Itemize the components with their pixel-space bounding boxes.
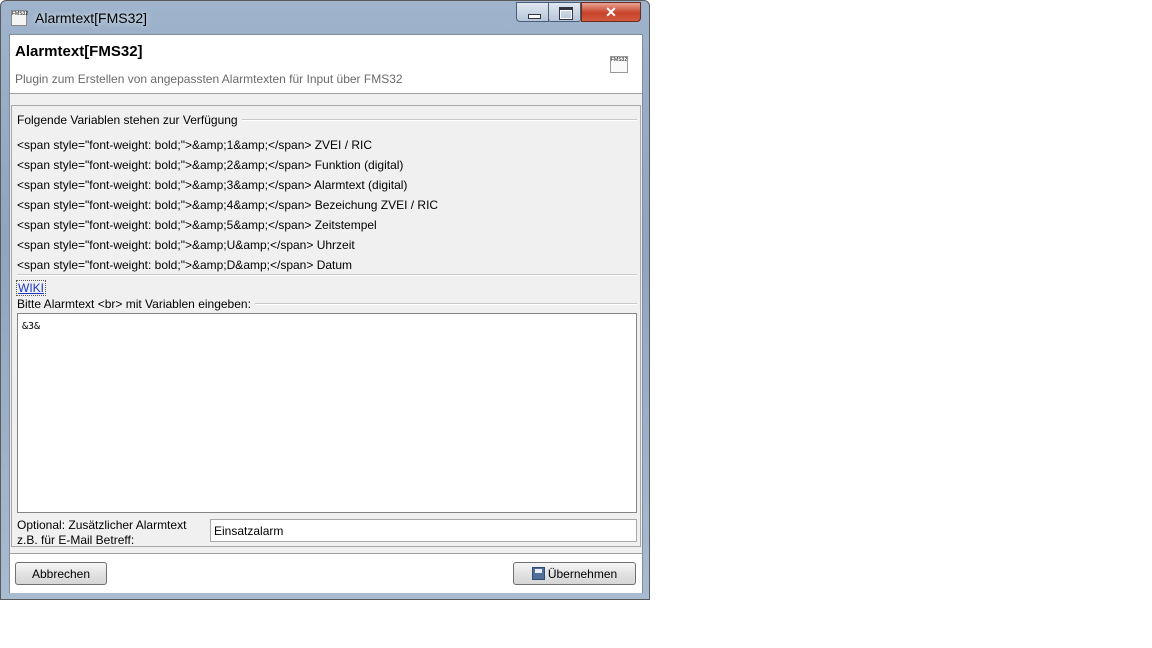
header-banner: Alarmtext[FMS32] Plugin zum Erstellen vo… bbox=[10, 35, 642, 94]
app-icon: FMS32 bbox=[11, 10, 28, 26]
dialog-window: FMS32 Alarmtext[FMS32] ✕ Alarmtext[FMS32… bbox=[0, 0, 650, 600]
cancel-button-label: Abbrechen bbox=[31, 566, 91, 581]
header-title: Alarmtext[FMS32] bbox=[15, 43, 143, 60]
variable-item-5: <span style="font-weight: bold;">&amp;5&… bbox=[17, 218, 377, 232]
variable-item-2: <span style="font-weight: bold;">&amp;2&… bbox=[17, 158, 404, 172]
maximize-icon bbox=[559, 7, 573, 20]
maximize-button[interactable] bbox=[548, 2, 581, 22]
close-icon: ✕ bbox=[605, 4, 617, 20]
optional-label-line1: Optional: Zusätzlicher Alarmtext bbox=[17, 518, 187, 532]
dialog-content: Alarmtext[FMS32] Plugin zum Erstellen vo… bbox=[9, 34, 643, 593]
variable-item-4: <span style="font-weight: bold;">&amp;4&… bbox=[17, 198, 439, 212]
window-title: Alarmtext[FMS32] bbox=[35, 10, 148, 26]
alarmtext-textarea[interactable]: &3& bbox=[17, 313, 637, 513]
optional-label: Optional: Zusätzlicher Alarmtext z.B. fü… bbox=[17, 518, 186, 548]
variable-item-d: <span style="font-weight: bold;">&amp;D&… bbox=[17, 258, 353, 272]
header-subtitle: Plugin zum Erstellen von angepassten Ala… bbox=[15, 72, 403, 86]
variable-item-3: <span style="font-weight: bold;">&amp;3&… bbox=[17, 178, 408, 192]
main-panel: Folgende Variablen stehen zur Verfügung … bbox=[11, 105, 641, 547]
wiki-link[interactable]: WIKI bbox=[16, 280, 46, 296]
optional-alarmtext-input[interactable]: Einsatzalarm bbox=[210, 519, 637, 542]
cancel-button[interactable]: Abbrechen bbox=[15, 562, 107, 585]
minimize-button[interactable] bbox=[516, 2, 549, 22]
apply-button-label: Übernehmen bbox=[547, 566, 618, 581]
divider bbox=[17, 274, 637, 276]
variable-item-u: <span style="font-weight: bold;">&amp;U&… bbox=[17, 238, 355, 252]
alarmtext-heading: Bitte Alarmtext <br> mit Variablen einge… bbox=[17, 297, 255, 311]
save-disk-icon bbox=[531, 566, 545, 580]
button-bar: Abbrechen Übernehmen bbox=[10, 553, 642, 593]
apply-button[interactable]: Übernehmen bbox=[513, 562, 636, 585]
variables-heading: Folgende Variablen stehen zur Verfügung bbox=[17, 113, 242, 127]
close-button[interactable]: ✕ bbox=[581, 2, 641, 22]
title-bar[interactable]: FMS32 Alarmtext[FMS32] ✕ bbox=[1, 1, 649, 33]
variable-item-1: <span style="font-weight: bold;">&amp;1&… bbox=[17, 138, 373, 152]
minimize-icon bbox=[528, 14, 541, 19]
optional-label-line2: z.B. für E-Mail Betreff: bbox=[17, 533, 135, 547]
plugin-icon: FMS32 bbox=[610, 56, 628, 73]
